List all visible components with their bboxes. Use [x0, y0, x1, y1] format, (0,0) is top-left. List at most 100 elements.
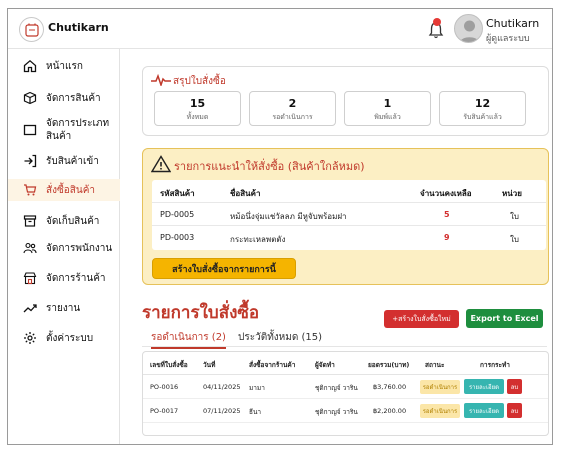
cell-code: PD-0005 [160, 210, 195, 219]
recommend-table: รหัสสินค้า ชื่อสินค้า จำนวนคงเหลือ หน่วย… [152, 180, 546, 250]
recommend-panel: รายการแนะนำให้สั่งซื้อ (สินค้าใกล้หมด) ร… [142, 148, 549, 285]
orders-title: รายการใบสั่งซื้อ [142, 303, 260, 323]
cell-store: มามา [249, 384, 265, 392]
sidebar-item-label: ตั้งค่าระบบ [46, 332, 94, 344]
cell-qty: 9 [444, 233, 450, 242]
cell-code: PD-0003 [160, 233, 195, 242]
sidebar-item-home[interactable]: หน้าแรก [8, 55, 120, 77]
pulse-icon [151, 74, 171, 86]
column-header: ผู้จัดทำ [315, 361, 335, 369]
stat-label: พิมพ์แล้ว [374, 113, 401, 121]
tab-history[interactable]: ประวัติทั้งหมด (15) [238, 330, 322, 345]
cell-total: ฿2,200.00 [373, 407, 407, 415]
sidebar-item-label: หน้าแรก [46, 60, 83, 72]
cart-icon [22, 182, 38, 198]
cell-by: ชุติกาญจ์ วาริน [315, 384, 358, 392]
sidebar-item-receive[interactable]: รับสินค้าเข้า [8, 150, 120, 172]
archive-icon [22, 213, 38, 229]
sidebar-item-label: จัดการร้านค้า [46, 272, 106, 284]
cell-po: PO-0017 [150, 407, 179, 415]
sidebar-item-label: จัดเก็บสินค้า [46, 215, 100, 227]
box-icon [22, 90, 38, 106]
column-header: สถานะ [425, 361, 445, 369]
table-header: รหัสสินค้า ชื่อสินค้า จำนวนคงเหลือ หน่วย [152, 180, 546, 203]
sidebar: หน้าแรก จัดการสินค้า จัดการประเภทสินค้า … [8, 49, 120, 444]
column-header: รหัสสินค้า [160, 189, 195, 198]
table-row: PO-0016 04/11/2025 มามา ชุติกาญจ์ วาริน … [143, 375, 548, 399]
sidebar-item-products[interactable]: จัดการสินค้า [8, 87, 120, 109]
gear-icon [22, 330, 38, 346]
cell-name: กระทะเหลพตตัง [230, 235, 286, 244]
avatar[interactable] [454, 14, 483, 43]
store-icon [22, 270, 38, 286]
app-window: Chutikarn Chutikarn ผู้ดูแลระบบ หน้าแรก … [7, 8, 553, 445]
warning-icon [151, 155, 171, 173]
user-role: ผู้ดูแลระบบ [486, 34, 530, 44]
recommend-title: รายการแนะนำให้สั่งซื้อ (สินค้าใกล้หมด) [174, 160, 365, 173]
home-icon [22, 58, 38, 74]
cell-date: 07/11/2025 [203, 407, 241, 415]
sidebar-item-label: รับสินค้าเข้า [46, 155, 99, 167]
status-badge: รอดำเนินการ [420, 404, 460, 418]
table-row: PD-0005 หม้อนึ่งจุ่มแช่วัลลภ มีหูจับพร้อ… [152, 203, 546, 226]
stat-label: ทั้งหมด [186, 113, 209, 121]
column-header: หน่วย [502, 189, 522, 198]
cell-date: 04/11/2025 [203, 383, 241, 391]
stat-value: 1 [383, 97, 392, 110]
column-header: การกระทำ [480, 361, 510, 369]
column-header: ชื่อสินค้า [230, 189, 261, 198]
stat-label: รอดำเนินการ [272, 113, 313, 121]
user-name: Chutikarn [486, 17, 540, 30]
cell-by: ชุติกาญจ์ วาริน [315, 408, 358, 416]
sidebar-item-stores[interactable]: จัดการร้านค้า [8, 267, 120, 289]
top-header: Chutikarn Chutikarn ผู้ดูแลระบบ [8, 9, 552, 49]
cell-unit: ใบ [510, 235, 519, 244]
stat-total: 15 ทั้งหมด [154, 91, 241, 126]
new-order-button[interactable]: +สร้างใบสั่งซื้อใหม่ [384, 310, 459, 328]
export-excel-button[interactable]: Export to Excel [466, 309, 543, 328]
users-icon [22, 240, 38, 256]
sidebar-item-label: จัดการสินค้า [46, 92, 101, 104]
column-header: ยอดรวม(บาท) [368, 361, 410, 369]
orders-table: เลขที่ใบสั่งซื้อ วันที่ สั่งซื้อจากร้านค… [142, 351, 549, 436]
sidebar-item-reports[interactable]: รายงาน [8, 297, 120, 319]
column-header: สั่งซื้อจากร้านค้า [249, 361, 296, 369]
folder-icon [22, 122, 38, 138]
stat-value: 2 [288, 97, 297, 110]
sidebar-item-label: รายงาน [46, 302, 81, 314]
cell-qty: 5 [444, 210, 450, 219]
sidebar-item-categories[interactable]: จัดการประเภทสินค้า [8, 115, 120, 145]
sidebar-item-label: จัดการประเภทสินค้า [46, 118, 110, 142]
cell-unit: ใบ [510, 212, 519, 221]
table-row: PD-0003 กระทะเหลพตตัง 9 ใบ [152, 226, 546, 249]
column-header: เลขที่ใบสั่งซื้อ [150, 361, 188, 369]
sidebar-item-label: จัดการพนักงาน [46, 242, 113, 254]
tabs-divider [142, 346, 547, 347]
sidebar-item-label: สั่งซื้อสินค้า [46, 184, 96, 196]
sidebar-item-storage[interactable]: จัดเก็บสินค้า [8, 210, 120, 232]
summary-title: สรุปใบสั่งซื้อ [173, 76, 226, 87]
column-header: วันที่ [203, 361, 216, 369]
table-row: PO-0017 07/11/2025 ธีนา ชุติกาญจ์ วาริน … [143, 399, 548, 423]
stat-value: 12 [474, 97, 491, 110]
notification-badge [433, 18, 441, 26]
cell-po: PO-0016 [150, 383, 179, 391]
status-badge: รอดำเนินการ [420, 380, 460, 394]
sidebar-item-purchase[interactable]: สั่งซื้อสินค้า [8, 179, 120, 201]
cell-store: ธีนา [249, 408, 262, 416]
delete-button[interactable]: ลบ [507, 403, 522, 418]
summary-card: สรุปใบสั่งซื้อ 15 ทั้งหมด 2 รอดำเนินการ … [142, 66, 549, 136]
stat-pending: 2 รอดำเนินการ [249, 91, 336, 126]
sidebar-item-employees[interactable]: จัดการพนักงาน [8, 237, 120, 259]
detail-button[interactable]: รายละเอียด [464, 379, 504, 394]
trend-icon [22, 300, 38, 316]
login-icon [22, 153, 38, 169]
main-content: สรุปใบสั่งซื้อ 15 ทั้งหมด 2 รอดำเนินการ … [121, 49, 552, 444]
sidebar-item-settings[interactable]: ตั้งค่าระบบ [8, 327, 120, 349]
delete-button[interactable]: ลบ [507, 379, 522, 394]
detail-button[interactable]: รายละเอียด [464, 403, 504, 418]
brand-logo-icon [19, 17, 44, 42]
stat-value: 15 [189, 97, 206, 110]
create-order-from-list-button[interactable]: สร้างใบสั่งซื้อจากรายการนี้ [152, 258, 296, 279]
column-header: จำนวนคงเหลือ [420, 189, 472, 198]
